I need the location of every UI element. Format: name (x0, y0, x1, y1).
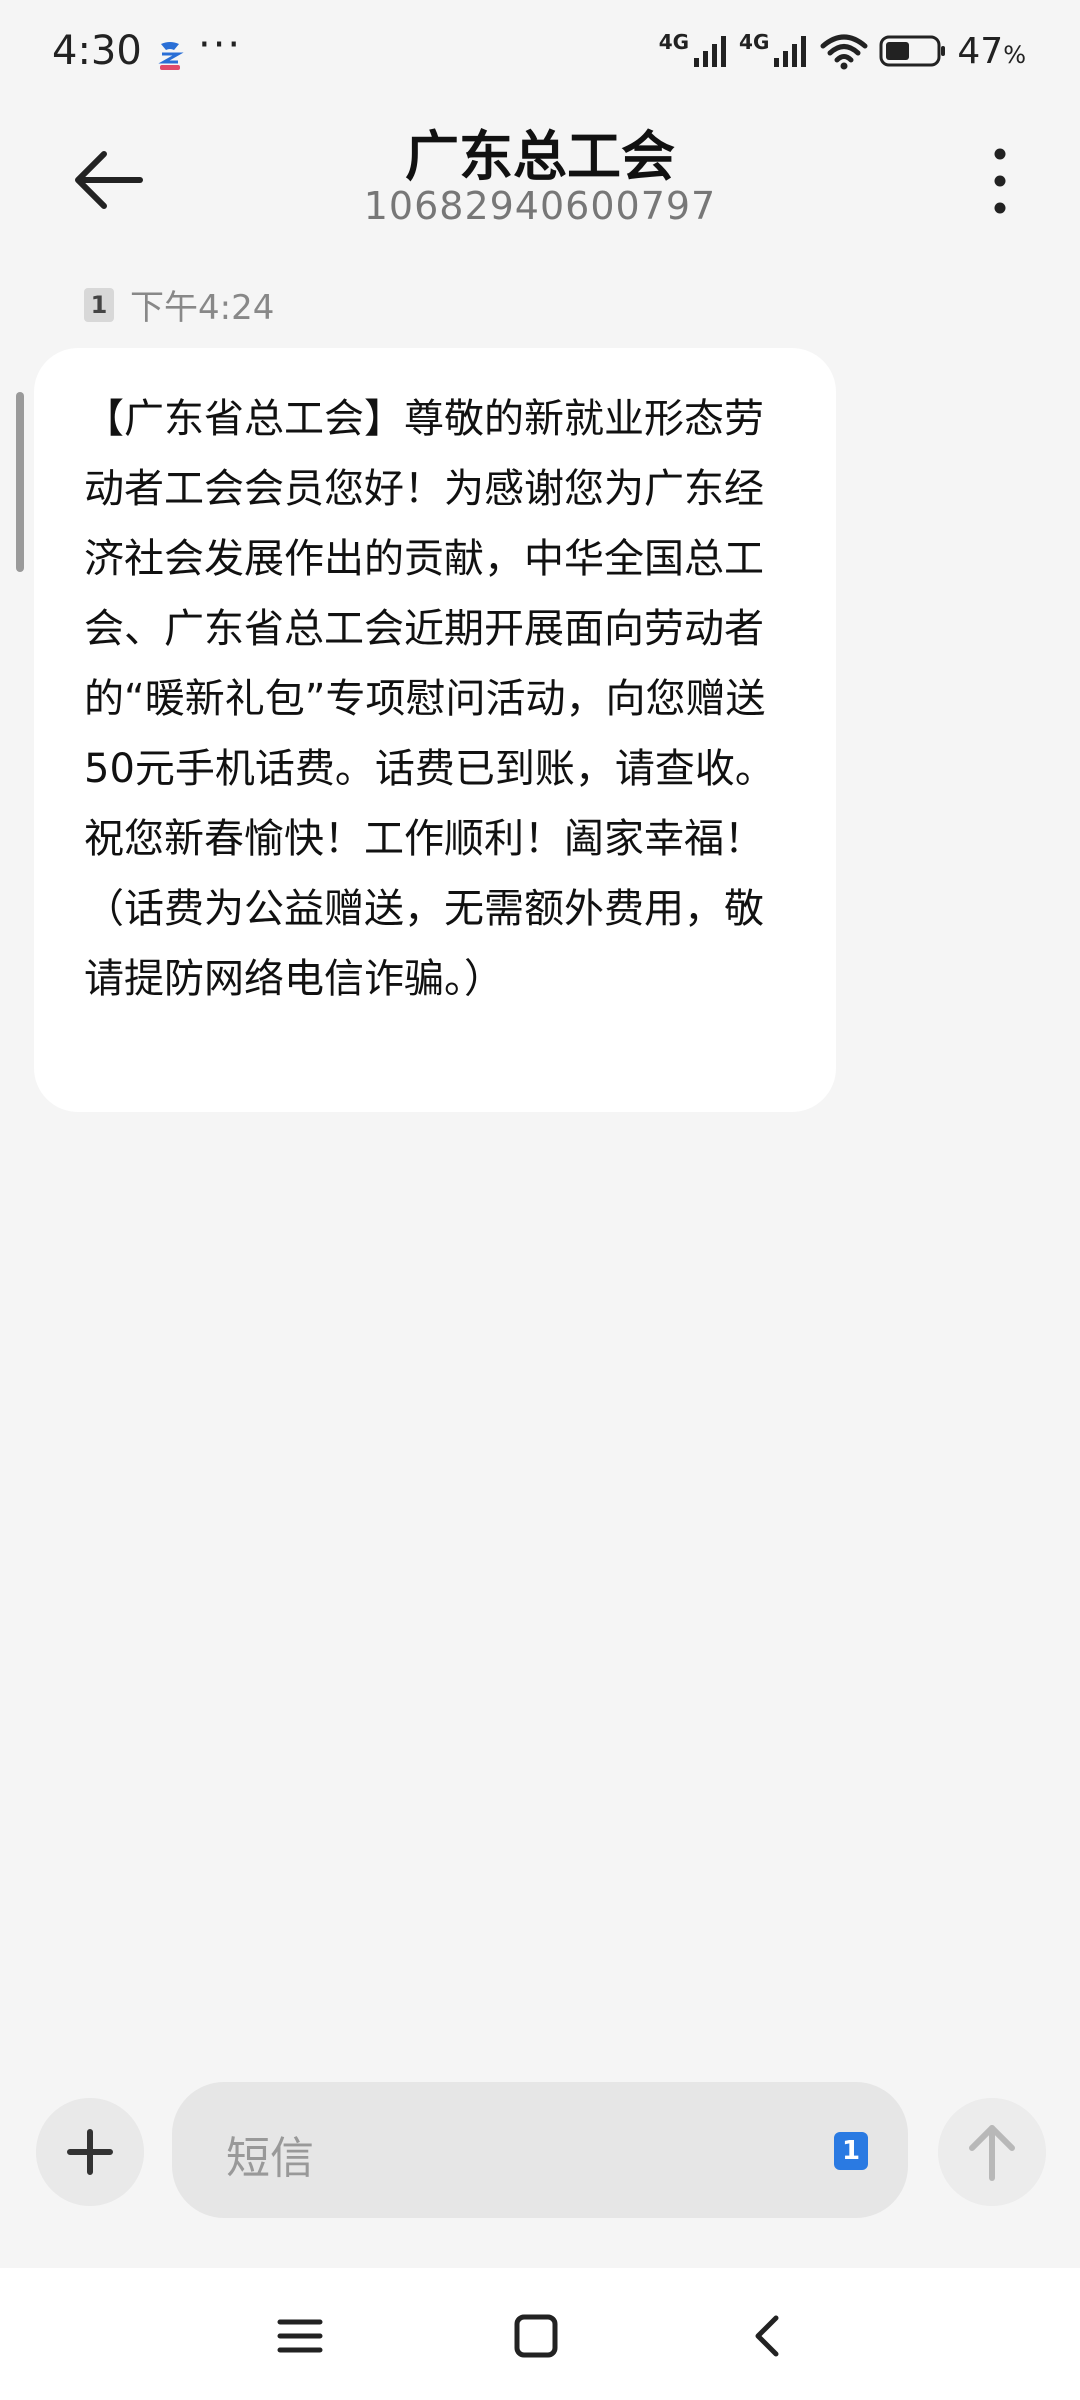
signal-icon (774, 36, 807, 67)
scroll-indicator[interactable] (16, 392, 24, 572)
battery-icon (879, 35, 946, 67)
message-input[interactable]: 短信 1 (172, 2082, 908, 2218)
contact-number: 10682940600797 (363, 184, 717, 228)
message-text: 【广东省总工会】尊敬的新就业形态劳动者工会会员您好！为感谢您为广东经济社会发展作… (84, 396, 775, 1002)
signal-icon (694, 36, 727, 67)
more-vertical-icon[interactable] (970, 136, 1030, 226)
app-notification-icon (158, 42, 184, 70)
status-time: 4:30 (52, 28, 142, 74)
sim-select-icon[interactable]: 1 (834, 2132, 868, 2170)
status-bar: 4:30 ··· 4G 4G 47% (0, 0, 1080, 100)
battery-percentage-value: 47 (957, 30, 1004, 72)
home-square-icon[interactable] (500, 2304, 572, 2368)
chevron-left-icon[interactable] (736, 2304, 800, 2368)
contact-name: 广东总工会 (405, 125, 675, 188)
message-time: 下午4:24 (130, 288, 275, 328)
sim-slot-badge: 1 (84, 287, 114, 322)
status-indicators: 4G 4G 47% (659, 26, 1026, 76)
wifi-icon (820, 34, 868, 70)
network-type-1: 4G (658, 30, 690, 54)
hamburger-icon[interactable] (262, 2304, 338, 2368)
battery-percentage-sign: % (1003, 40, 1026, 69)
plus-icon[interactable] (36, 2098, 144, 2206)
system-navigation-bar (0, 2268, 1080, 2400)
network-type-2: 4G (739, 30, 770, 54)
message-timestamp: 1 下午4:24 (84, 280, 274, 329)
status-more-icon: ··· (198, 22, 243, 68)
conversation-header: 广东总工会 10682940600797 (0, 100, 1080, 250)
battery-percentage: 47% (957, 31, 1026, 72)
send-arrow-up-icon[interactable] (938, 2098, 1046, 2206)
message-input-placeholder: 短信 (226, 2133, 314, 2184)
incoming-message-bubble[interactable]: 【广东省总工会】尊敬的新就业形态劳动者工会会员您好！为感谢您为广东经济社会发展作… (34, 348, 836, 1112)
